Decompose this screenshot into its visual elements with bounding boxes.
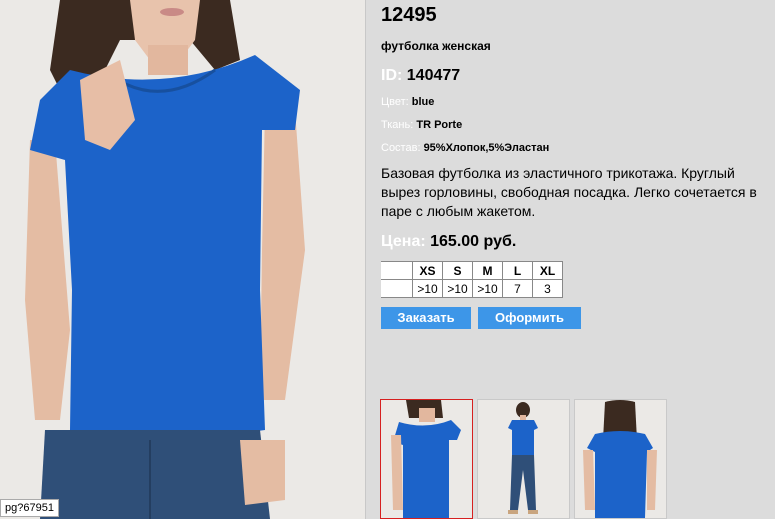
thumbnail-full-body[interactable] xyxy=(477,399,570,519)
price-value: 165.00 руб. xyxy=(430,233,517,250)
thumbnail-front-closeup[interactable] xyxy=(380,399,473,519)
checkout-button[interactable]: Оформить xyxy=(478,307,581,329)
size-header-row: XS S M L XL xyxy=(381,261,563,280)
price-row: Цена: 165.00 руб. xyxy=(381,233,775,251)
composition-row: Состав: 95%Хлопок,5%Эластан xyxy=(381,142,775,154)
size-stock-cell: >10 xyxy=(472,279,503,298)
size-stock-cell: 7 xyxy=(502,279,533,298)
size-stock-row: >10 >10 >10 7 3 xyxy=(381,279,563,298)
action-buttons: Заказать Оформить xyxy=(381,307,775,329)
link-url-tooltip: pg?67951 xyxy=(0,499,59,517)
fabric-value: TR Porte xyxy=(416,119,463,131)
size-header-cell: L xyxy=(502,261,533,280)
size-stock-table: XS S M L XL >10 >10 >10 7 3 xyxy=(381,261,563,298)
color-value: blue xyxy=(411,96,435,108)
size-header-cell: M xyxy=(472,261,503,280)
size-stock-blank xyxy=(381,279,413,298)
size-header-cell: S xyxy=(442,261,473,280)
fabric-label: Ткань: xyxy=(381,119,414,131)
product-description: Базовая футболка из эластичного трикотаж… xyxy=(381,165,757,219)
product-info-panel: 12495 футболка женская ID: 140477 Цвет: … xyxy=(381,0,775,329)
fabric-row: Ткань: TR Porte xyxy=(381,119,775,131)
id-label: ID: xyxy=(381,67,403,84)
product-subtitle: футболка женская xyxy=(381,39,491,53)
main-product-image[interactable]: pg?67951 xyxy=(0,0,366,519)
product-id-row: ID: 140477 xyxy=(381,67,775,85)
size-header-cell: XS xyxy=(412,261,443,280)
size-header-cell: XL xyxy=(532,261,563,280)
composition-label: Состав: xyxy=(381,142,421,154)
price-label: Цена: xyxy=(381,233,426,250)
product-sku: 12495 xyxy=(381,4,437,26)
size-stock-cell: 3 xyxy=(532,279,563,298)
size-stock-cell: >10 xyxy=(412,279,443,298)
composition-value: 95%Хлопок,5%Эластан xyxy=(423,142,550,154)
size-stock-cell: >10 xyxy=(442,279,473,298)
color-row: Цвет: blue xyxy=(381,96,775,108)
thumbnail-strip xyxy=(380,399,667,519)
size-header-blank xyxy=(381,261,413,280)
color-label: Цвет: xyxy=(381,96,409,108)
thumbnail-back-view[interactable] xyxy=(574,399,667,519)
order-button[interactable]: Заказать xyxy=(381,307,471,329)
id-value: 140477 xyxy=(406,67,461,84)
